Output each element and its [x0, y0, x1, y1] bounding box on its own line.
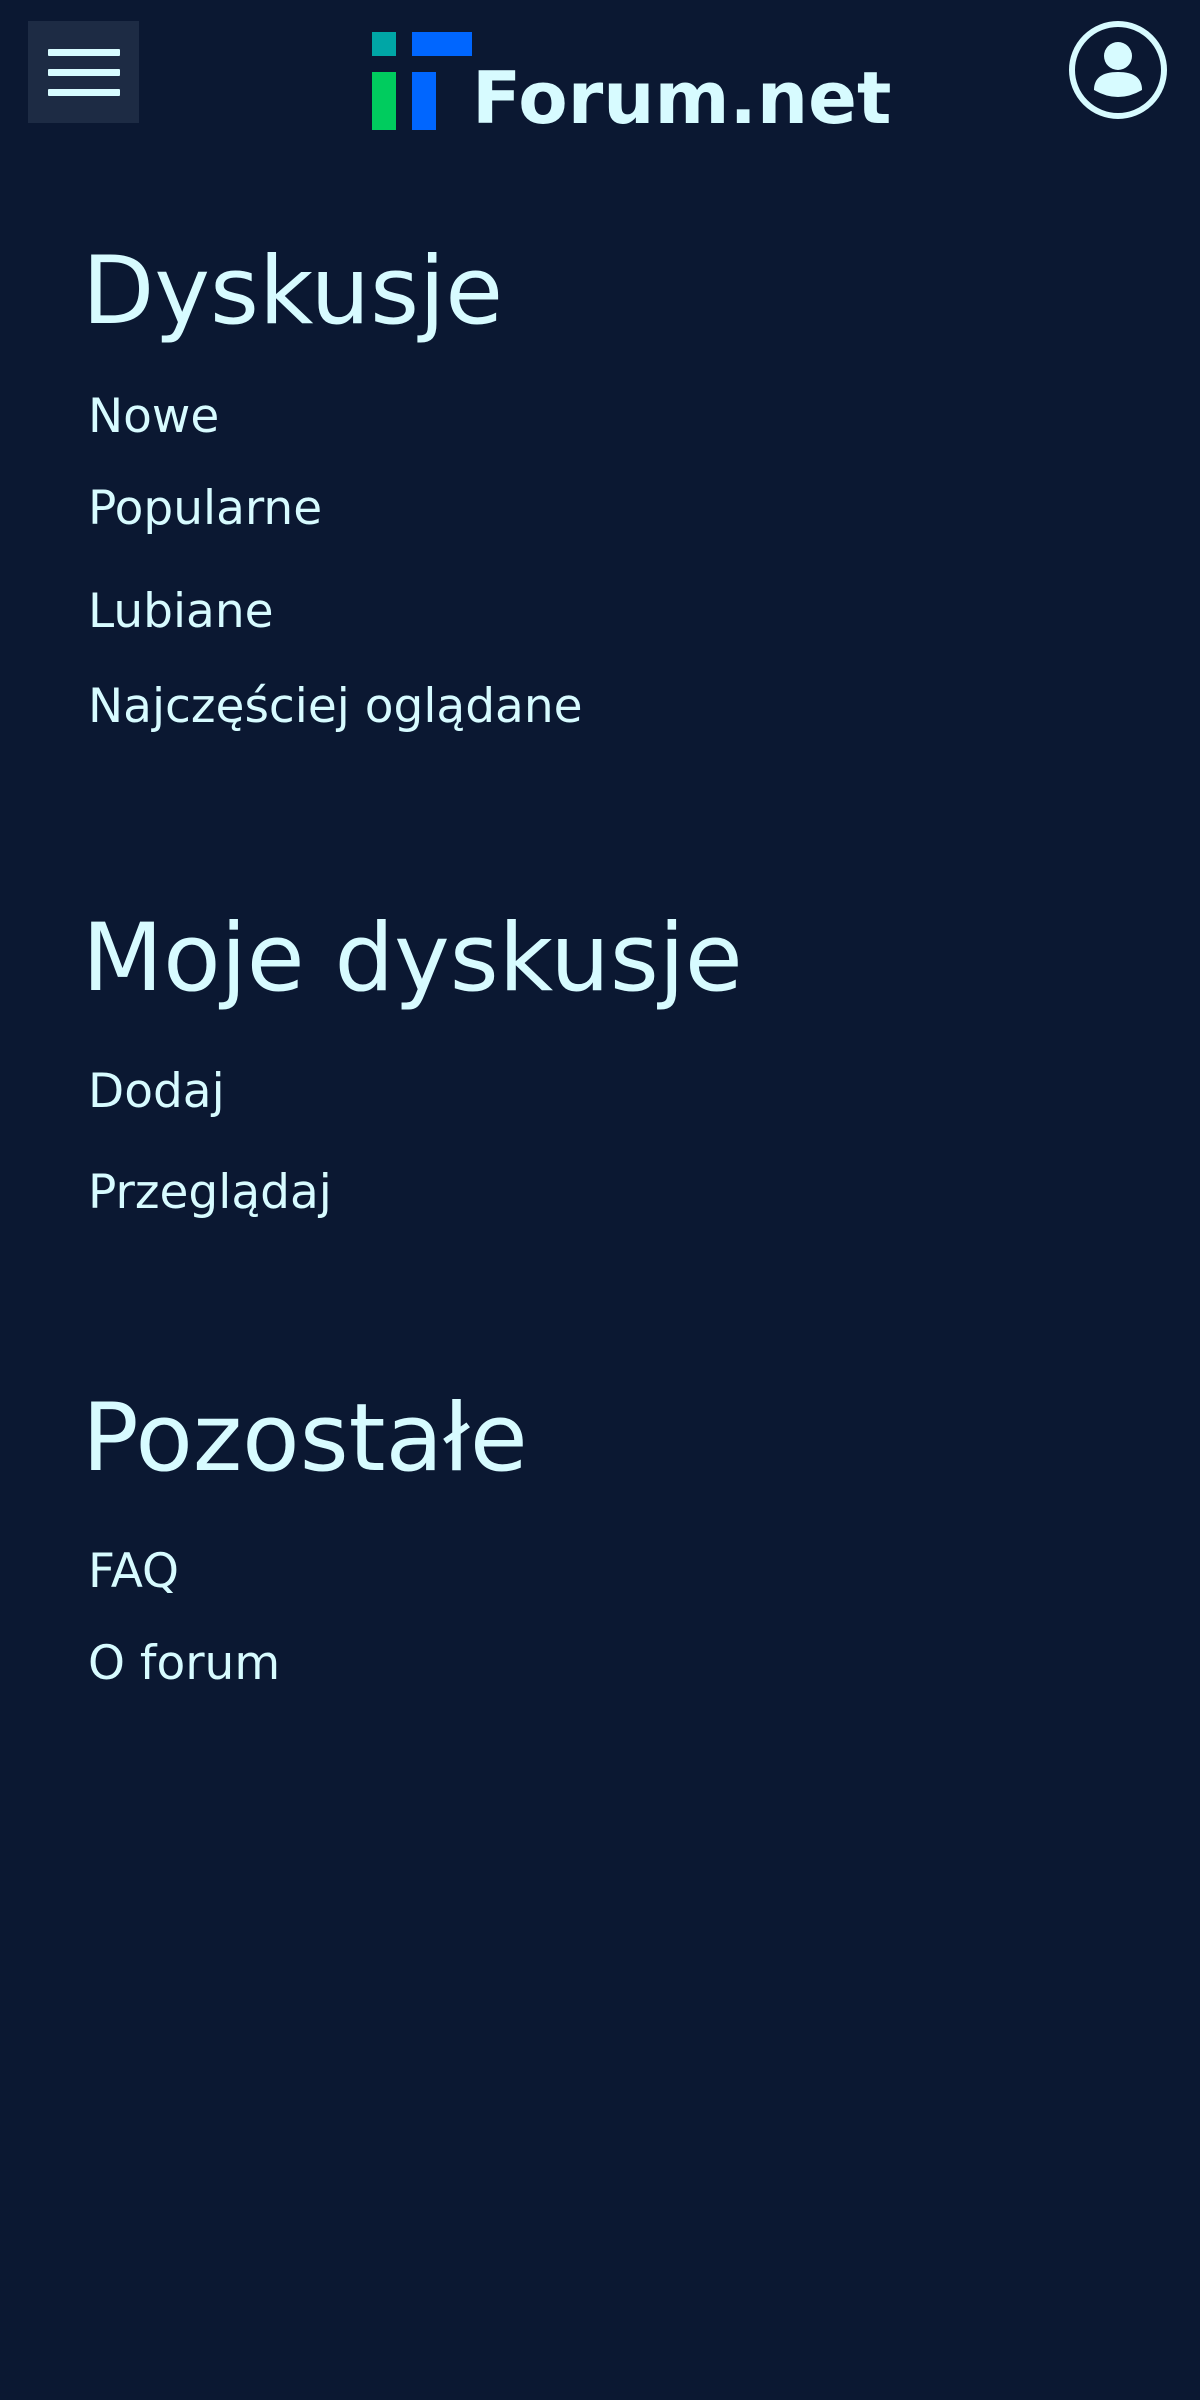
nav-link-faq[interactable]: FAQ	[88, 1548, 179, 1595]
nav-link-liked[interactable]: Lubiane	[88, 588, 274, 635]
nav-link-popular[interactable]: Popularne	[88, 485, 322, 532]
section-title-discussions: Dyskusje	[82, 237, 504, 346]
logo-mark-icon	[372, 32, 472, 130]
page: Forum.net Dyskusje Nowe Popularne Lubian…	[0, 0, 1200, 2400]
section-title-other: Pozostałe	[82, 1384, 528, 1493]
user-avatar-icon[interactable]	[1068, 20, 1168, 120]
menu-bar	[47, 88, 120, 96]
profile-svg	[1069, 21, 1167, 119]
header: Forum.net	[0, 0, 1200, 150]
logo-text: Forum.net	[472, 56, 892, 140]
nav-link-add[interactable]: Dodaj	[88, 1068, 225, 1115]
menu-bar	[47, 48, 120, 56]
nav-link-most-viewed[interactable]: Najczęściej oglądane	[88, 683, 583, 730]
nav-link-new[interactable]: Nowe	[88, 393, 219, 440]
logo-blue-top	[412, 32, 472, 56]
hamburger-menu-icon[interactable]	[28, 21, 139, 123]
logo-blue-stem	[412, 72, 436, 130]
site-logo[interactable]: Forum.net	[372, 20, 891, 134]
menu-bar	[47, 68, 120, 76]
logo-teal-square	[372, 32, 396, 56]
nav-link-browse[interactable]: Przeglądaj	[88, 1169, 332, 1216]
section-title-my-discussions: Moje dyskusje	[82, 904, 743, 1013]
logo-green-bar	[372, 72, 396, 130]
nav-link-about[interactable]: O forum	[88, 1640, 280, 1687]
